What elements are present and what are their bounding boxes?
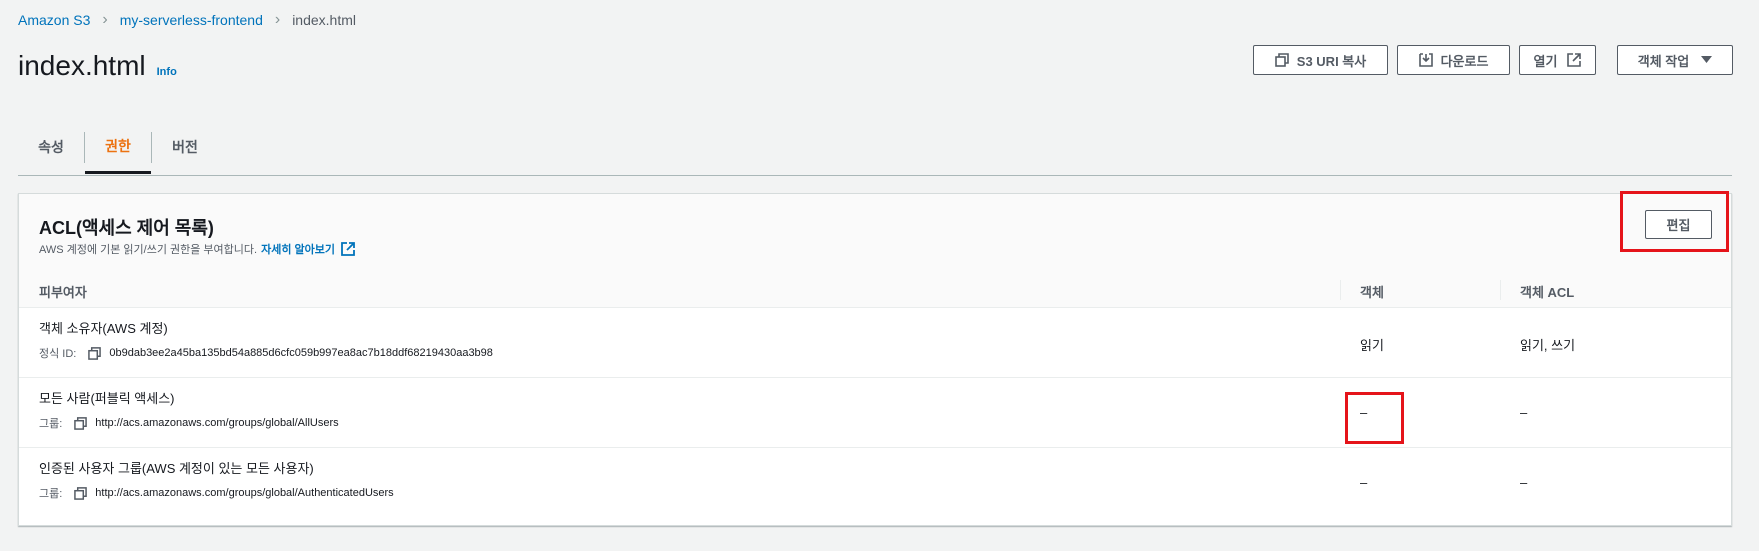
chevron-right-icon: › xyxy=(274,11,281,28)
acl-panel-header: ACL(액세스 제어 목록) AWS 계정에 기본 읽기/쓰기 권한을 부여합니… xyxy=(19,194,1731,272)
copy-icon xyxy=(1274,53,1289,67)
object-actions-label: 객체 작업 xyxy=(1637,53,1690,69)
acl-description-text: AWS 계정에 기본 읽기/쓰기 권한을 부여합니다. xyxy=(39,244,258,256)
table-row: 인증된 사용자 그룹(AWS 계정이 있는 모든 사용자) 그룹: http:/… xyxy=(19,448,1731,518)
download-icon xyxy=(1418,53,1433,67)
open-button[interactable]: 열기 xyxy=(1519,45,1596,75)
breadcrumb-current: index.html xyxy=(292,12,356,28)
id-label: 그룹: xyxy=(39,488,63,500)
highlight-box-edit xyxy=(1620,191,1729,252)
grantee-id: 그룹: http://acs.amazonaws.com/groups/glob… xyxy=(39,415,339,431)
copy-icon[interactable] xyxy=(74,486,88,500)
tab-permissions[interactable]: 권한 xyxy=(85,120,151,174)
download-label: 다운로드 xyxy=(1440,53,1489,69)
column-divider xyxy=(1340,280,1341,300)
chevron-right-icon: › xyxy=(102,11,108,28)
object-acl-permission: 읽기, 쓰기 xyxy=(1520,338,1576,353)
object-permission: 읽기 xyxy=(1360,338,1384,353)
download-button[interactable]: 다운로드 xyxy=(1397,45,1510,75)
acl-description: AWS 계정에 기본 읽기/쓰기 권한을 부여합니다. 자세히 알아보기 xyxy=(39,241,355,257)
grantee-name: 모든 사람(퍼블릭 액세스) xyxy=(39,391,175,406)
table-row: 모든 사람(퍼블릭 액세스) 그룹: http://acs.amazonaws.… xyxy=(19,378,1731,448)
page-header: index.html Info xyxy=(18,50,177,82)
column-header-object: 객체 xyxy=(1360,285,1384,300)
caret-down-icon xyxy=(1701,56,1713,63)
open-label: 열기 xyxy=(1533,53,1558,69)
column-header-object-acl: 객체 ACL xyxy=(1520,285,1575,300)
breadcrumb: Amazon S3 › my-serverless-frontend › ind… xyxy=(18,10,356,30)
external-link-icon xyxy=(1567,53,1582,67)
table-row: 객체 소유자(AWS 계정) 정식 ID: 0b9dab3ee2a45ba135… xyxy=(19,308,1731,378)
tab-versions[interactable]: 버전 xyxy=(152,120,218,174)
copy-icon[interactable] xyxy=(88,346,102,360)
tab-bar: 속성 권한 버전 xyxy=(18,120,1732,176)
breadcrumb-bucket[interactable]: my-serverless-frontend xyxy=(120,12,263,28)
object-actions-dropdown[interactable]: 객체 작업 xyxy=(1617,45,1733,75)
id-value: http://acs.amazonaws.com/groups/global/A… xyxy=(95,487,394,499)
id-label: 그룹: xyxy=(39,418,63,430)
object-acl-permission: – xyxy=(1520,405,1528,420)
grantee-id: 정식 ID: 0b9dab3ee2a45ba135bd54a885d6cfc05… xyxy=(39,345,493,361)
object-acl-permission: – xyxy=(1520,475,1528,490)
external-link-icon[interactable] xyxy=(341,242,355,256)
grantee-name: 인증된 사용자 그룹(AWS 계정이 있는 모든 사용자) xyxy=(39,461,314,476)
acl-table-header: 피부여자 객체 객체 ACL xyxy=(19,272,1731,308)
tab-properties[interactable]: 속성 xyxy=(18,120,84,174)
learn-more-link[interactable]: 자세히 알아보기 xyxy=(261,241,335,257)
column-divider xyxy=(1500,280,1501,300)
copy-s3-uri-button[interactable]: S3 URI 복사 xyxy=(1253,45,1388,75)
copy-s3-uri-label: S3 URI 복사 xyxy=(1296,53,1367,69)
id-label: 정식 ID: xyxy=(39,348,77,360)
acl-title: ACL(액세스 제어 목록) xyxy=(39,218,214,238)
id-value: 0b9dab3ee2a45ba135bd54a885d6cfc059b997ea… xyxy=(109,347,493,359)
page-title: index.html xyxy=(18,50,146,81)
breadcrumb-s3[interactable]: Amazon S3 xyxy=(18,12,90,28)
column-header-grantee: 피부여자 xyxy=(39,285,87,300)
info-link[interactable]: Info xyxy=(157,66,177,78)
grantee-name: 객체 소유자(AWS 계정) xyxy=(39,321,168,336)
grantee-id: 그룹: http://acs.amazonaws.com/groups/glob… xyxy=(39,485,394,501)
acl-panel: ACL(액세스 제어 목록) AWS 계정에 기본 읽기/쓰기 권한을 부여합니… xyxy=(18,193,1732,526)
highlight-box-object-cell xyxy=(1345,392,1404,444)
copy-icon[interactable] xyxy=(74,416,88,430)
id-value: http://acs.amazonaws.com/groups/global/A… xyxy=(95,417,339,429)
object-permission: – xyxy=(1360,475,1368,490)
